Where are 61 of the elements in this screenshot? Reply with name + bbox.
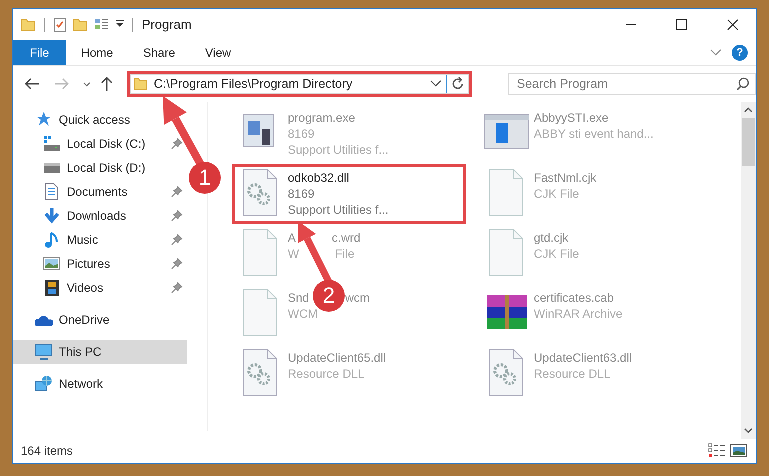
sidebar-item[interactable]: Music [13,228,187,252]
drive-icon [43,135,61,153]
film-icon [43,279,61,297]
item-count: 164 items [21,444,74,458]
large-icons-view-icon[interactable] [730,443,748,459]
sidebar-item[interactable]: Local Disk (D:) [13,156,187,180]
pin-icon[interactable] [171,282,183,294]
pin-icon[interactable] [171,138,183,150]
monitor-icon [35,343,53,361]
help-button[interactable]: ? [732,44,748,60]
file-detail: WinRAR Archive [534,306,623,322]
file-detail: File [335,246,355,262]
address-field[interactable]: C:\Program Files\Program Directory [127,71,472,97]
dropdown-icon[interactable] [115,20,125,30]
file-detail: Resource DLL [534,366,611,382]
sidebar-item[interactable]: Quick access [13,108,187,132]
file-detail: Resource DLL [288,366,365,382]
sidebar-item[interactable]: OneDrive [13,308,187,332]
download-arrow-icon [43,207,61,225]
ribbon-tab[interactable]: Home [66,40,128,65]
up-arrow-icon[interactable] [99,76,115,92]
chevron-icon[interactable] [83,82,91,86]
sidebar-item[interactable]: This PC [13,340,187,364]
ribbon-tab[interactable]: View [190,40,246,65]
details-view-icon[interactable] [708,443,726,459]
search-field[interactable]: Search Program [508,73,756,95]
network-icon [35,375,53,393]
file-detail: CJK File [534,246,580,262]
window-title: Program [142,17,192,32]
document-icon [43,183,61,201]
file-detail: W [288,246,300,262]
sidebar-item[interactable]: Videos [13,276,187,300]
file-detail: ABBY sti event hand... [534,126,654,142]
view-options-icon[interactable] [94,16,110,32]
refresh-icon[interactable] [450,76,466,92]
folder-icon [134,77,148,91]
music-note-icon [43,231,61,249]
sidebar-item[interactable]: Pictures [13,252,187,276]
ribbon-tab[interactable]: Share [128,40,190,65]
sidebar-item[interactable]: Documents [13,180,187,204]
scrollbar-thumb[interactable] [742,118,755,166]
sidebar-item[interactable]: Downloads [13,204,187,228]
back-arrow-icon[interactable] [23,76,41,92]
chevron-icon[interactable] [430,79,442,89]
pin-icon[interactable] [171,258,183,270]
file-detail: Support Utilities f... [288,142,389,158]
checklist-icon[interactable] [52,16,68,32]
file-name[interactable]: odkob32.dll [288,170,350,186]
pin-icon[interactable] [171,186,183,198]
file-detail: 8169 [288,186,315,202]
pin-icon[interactable] [171,210,183,222]
sidebar-item[interactable]: Network [13,372,187,396]
star-icon [35,111,53,129]
file-detail: 8169 [288,126,315,142]
pin-icon[interactable] [171,234,183,246]
file-detail: Support Utilities f... [288,202,389,218]
ribbon-tab[interactable]: File [13,40,66,65]
search-icon[interactable] [736,77,750,91]
sidebar-item[interactable]: Local Disk (C:) [13,132,187,156]
file-detail: CJK File [534,186,580,202]
picture-icon [43,255,61,273]
